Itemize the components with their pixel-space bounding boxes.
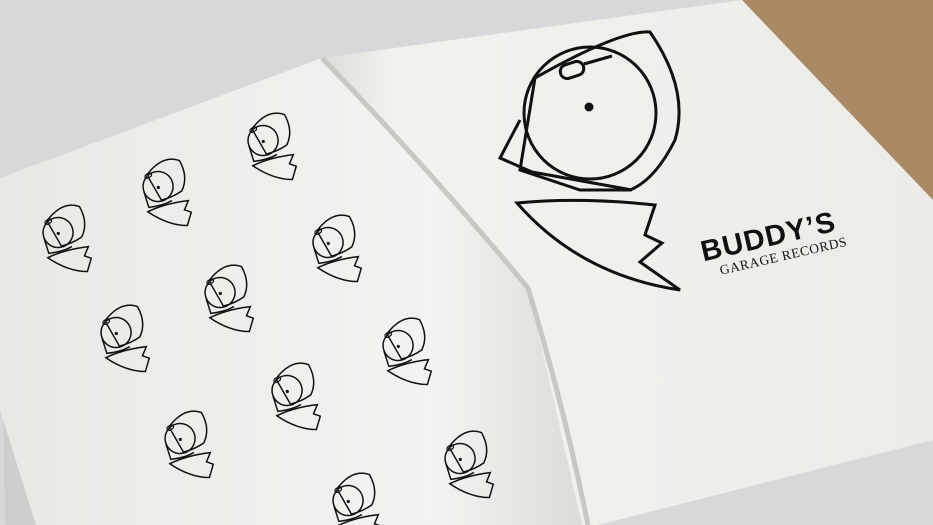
photo-scene: BUDDY’S GARAGE RECORDS — [0, 0, 933, 525]
notebook-photo — [0, 0, 933, 525]
